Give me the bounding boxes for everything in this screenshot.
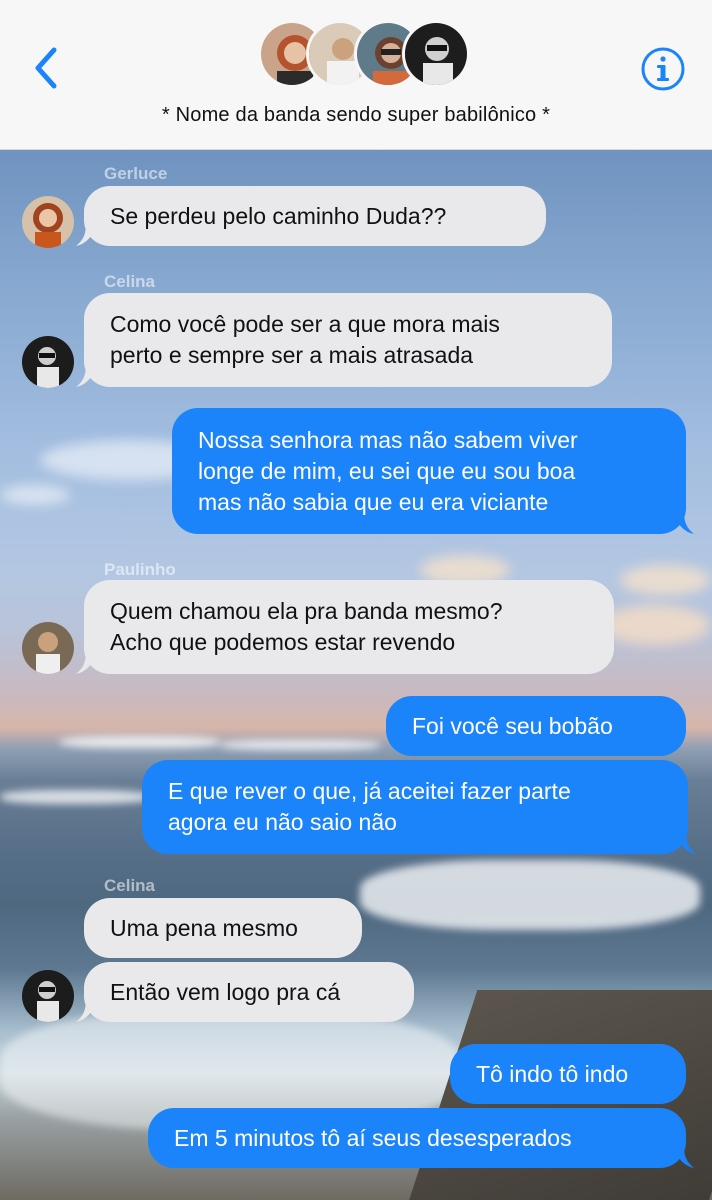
message-bubble-incoming[interactable]: Quem chamou ela pra banda mesmo? Acho qu… <box>76 580 614 674</box>
sender-name: Gerluce <box>104 164 168 183</box>
sender-name: Celina <box>104 876 156 895</box>
message-text: Como você pode ser a que mora mais perto… <box>110 311 500 368</box>
message-bubble-outgoing[interactable]: Tô indo tô indo <box>450 1044 686 1104</box>
message-bubble-incoming[interactable]: Uma pena mesmo <box>84 898 362 958</box>
avatar <box>402 20 470 88</box>
message-bubble-incoming[interactable]: Se perdeu pelo caminho Duda?? <box>76 186 546 246</box>
message-bubble-outgoing[interactable]: Em 5 minutos tô aí seus desesperados <box>148 1108 694 1168</box>
bubble-tail <box>76 648 98 674</box>
group-avatars[interactable] <box>258 20 470 92</box>
message-text: Em 5 minutos tô aí seus desesperados <box>174 1124 572 1151</box>
background-foam <box>220 740 380 750</box>
avatar[interactable] <box>22 622 74 674</box>
message-bubble-outgoing[interactable]: E que rever o que, já aceitei fazer part… <box>142 760 696 854</box>
background-foam <box>360 860 700 930</box>
avatar[interactable] <box>22 336 74 388</box>
sender-name: Celina <box>104 272 156 291</box>
avatar[interactable] <box>22 970 74 1022</box>
background-cloud <box>600 605 710 645</box>
bubble-tail <box>672 1142 694 1168</box>
message-text: Se perdeu pelo caminho Duda?? <box>110 202 447 229</box>
bubble-tail <box>76 996 98 1022</box>
bubble-tail <box>76 361 98 387</box>
message-text: Uma pena mesmo <box>110 914 298 941</box>
message-bubble-outgoing[interactable]: Foi você seu bobão <box>386 696 686 756</box>
message-text: Tô indo tô indo <box>476 1060 629 1087</box>
bubble-tail <box>674 828 696 854</box>
group-title[interactable]: * Nome da banda sendo super babilônico * <box>0 104 712 127</box>
sender-name: Paulinho <box>104 560 176 579</box>
background-cloud <box>0 485 70 505</box>
message-text: Nossa senhora mas não sabem viver longe … <box>198 426 578 515</box>
message-bubble-outgoing[interactable]: Nossa senhora mas não sabem viver longe … <box>172 408 694 534</box>
background-foam <box>0 790 150 804</box>
chat-header: * Nome da banda sendo super babilônico * <box>0 0 712 150</box>
background-foam <box>60 736 220 748</box>
message-text: Então vem logo pra cá <box>110 978 341 1005</box>
info-button[interactable] <box>640 46 686 92</box>
background-cloud <box>620 565 710 595</box>
bubble-tail <box>76 220 98 246</box>
message-text: Foi você seu bobão <box>412 712 613 739</box>
message-bubble-incoming[interactable]: Como você pode ser a que mora mais perto… <box>76 293 612 387</box>
message-text: E que rever o que, já aceitei fazer part… <box>168 778 571 835</box>
message-text: Quem chamou ela pra banda mesmo? Acho qu… <box>110 598 503 655</box>
chevron-left-icon <box>35 47 57 89</box>
bubble-tail <box>672 508 694 534</box>
chat-area[interactable]: Gerluce Se perdeu pelo caminho Duda?? Ce… <box>0 150 712 1200</box>
avatar[interactable] <box>22 196 74 248</box>
info-icon <box>641 47 685 91</box>
message-bubble-incoming[interactable]: Então vem logo pra cá <box>76 962 414 1022</box>
back-button[interactable] <box>28 44 64 92</box>
